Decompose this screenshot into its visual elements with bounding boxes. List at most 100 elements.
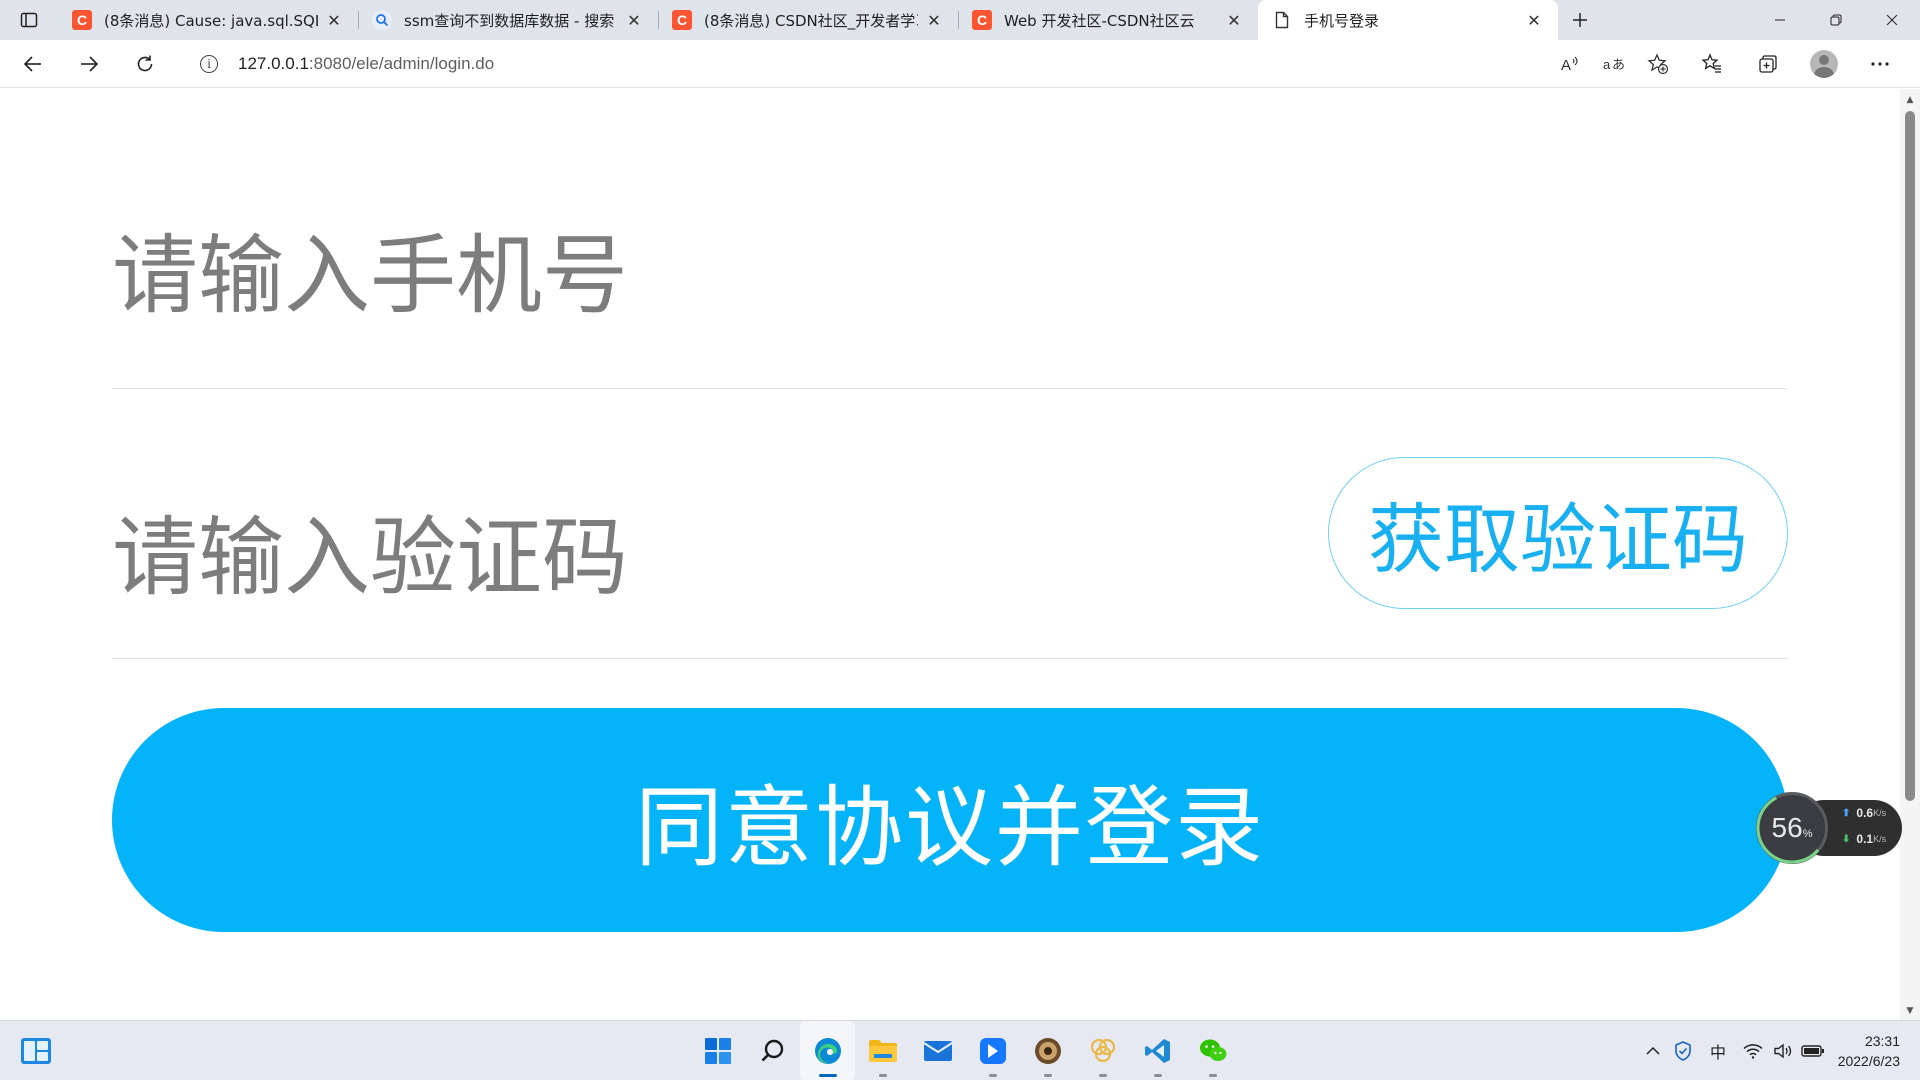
tab-csdn-community[interactable]: C (8条消息) CSDN社区_开发者学习 ✕	[658, 0, 958, 40]
add-favorite-button[interactable]	[1636, 46, 1680, 82]
widgets-button[interactable]	[20, 1036, 52, 1066]
refresh-button[interactable]	[122, 44, 168, 84]
back-button[interactable]	[10, 44, 56, 84]
get-code-button[interactable]: 获取验证码	[1328, 457, 1788, 609]
svg-text:A: A	[1561, 57, 1571, 73]
running-indicator	[1043, 1074, 1052, 1077]
download-arrow-icon: ⬇	[1842, 833, 1851, 845]
tab-search[interactable]: ssm查询不到数据库数据 - 搜索 ✕	[358, 0, 658, 40]
security-tray-button[interactable]	[1668, 1021, 1698, 1081]
volume-button[interactable]	[1768, 1021, 1798, 1081]
minimize-icon	[1775, 19, 1785, 21]
close-window-button[interactable]	[1864, 0, 1920, 40]
feishu-button[interactable]	[965, 1021, 1020, 1081]
running-indicator	[818, 1074, 837, 1077]
tab-title: ssm查询不到数据库数据 - 搜索	[404, 11, 615, 30]
system-monitor-widget[interactable]: ⬆ 0.6 K/s ⬇ 0.1 K/s 56%	[1756, 792, 1906, 864]
minimize-button[interactable]	[1752, 0, 1808, 40]
taskbar-clock[interactable]: 23:31 2022/6/23	[1828, 1031, 1920, 1071]
edge-taskbar-button[interactable]	[800, 1021, 855, 1081]
tab-csdn-web[interactable]: C Web 开发社区-CSDN社区云 ✕	[958, 0, 1258, 40]
phone-input[interactable]: 请输入手机号	[112, 205, 628, 330]
folder-icon	[868, 1040, 897, 1062]
shield-icon	[1675, 1041, 1691, 1061]
forward-button[interactable]	[66, 44, 112, 84]
translate-button[interactable]: aあ	[1592, 46, 1636, 82]
vscode-button[interactable]	[1130, 1021, 1185, 1081]
phone-field[interactable]: 请输入手机号	[112, 89, 1788, 389]
search-icon	[761, 1039, 783, 1062]
close-tab-icon[interactable]: ✕	[1224, 10, 1244, 30]
tab-phone-login[interactable]: 手机号登录 ✕	[1258, 0, 1558, 40]
settings-menu-button[interactable]	[1852, 44, 1908, 84]
file-explorer-button[interactable]	[855, 1021, 910, 1081]
tab-csdn-sql-error[interactable]: C (8条消息) Cause: java.sql.SQLInte ✕	[58, 0, 358, 40]
login-page: 请输入手机号 请输入验证码 获取验证码 同意协议并登录	[0, 89, 1900, 1020]
search-taskbar-button[interactable]	[745, 1021, 800, 1081]
site-info-icon[interactable]: i	[200, 55, 218, 73]
scroll-up-icon[interactable]: ▲	[1900, 93, 1920, 107]
speaker-icon	[1774, 1043, 1792, 1059]
wechat-button[interactable]	[1185, 1021, 1240, 1081]
edge-icon	[814, 1038, 841, 1064]
vscode-icon	[1144, 1039, 1170, 1063]
upload-arrow-icon: ⬆	[1842, 807, 1851, 819]
address-actions: A aあ	[1548, 46, 1680, 82]
address-bar[interactable]: i 127.0.0.1:8080/ele/admin/login.do A aあ	[180, 46, 1680, 82]
address-url: 127.0.0.1:8080/ele/admin/login.do	[238, 54, 494, 74]
windows-icon	[704, 1038, 731, 1064]
svg-text:a: a	[1603, 57, 1611, 72]
avatar	[1810, 50, 1838, 78]
page-icon	[1272, 10, 1292, 30]
tab-title: (8条消息) Cause: java.sql.SQLInte	[104, 11, 318, 30]
tab-title: Web 开发社区-CSDN社区云	[1004, 11, 1195, 30]
restore-icon	[1830, 14, 1842, 26]
game-icon	[1034, 1038, 1061, 1064]
agree-and-login-button[interactable]: 同意协议并登录	[112, 708, 1788, 932]
address-path: :8080/ele/admin/login.do	[308, 54, 495, 73]
tab-actions-icon	[20, 12, 38, 28]
new-tab-button[interactable]	[1558, 0, 1602, 40]
battery-button[interactable]	[1798, 1021, 1828, 1081]
favorites-icon	[1701, 53, 1721, 73]
address-host: 127.0.0.1	[238, 54, 309, 73]
notes-app-button[interactable]	[1075, 1021, 1130, 1081]
battery-icon	[1801, 1045, 1824, 1057]
close-tab-icon[interactable]: ✕	[624, 10, 644, 30]
widgets-icon	[21, 1038, 51, 1064]
mail-button[interactable]	[910, 1021, 965, 1081]
close-tab-icon[interactable]: ✕	[1524, 10, 1544, 30]
svg-text:あ: あ	[1612, 58, 1625, 73]
csdn-icon: C	[72, 10, 92, 30]
csdn-icon: C	[672, 10, 692, 30]
arrow-right-icon	[81, 55, 99, 72]
arrow-left-icon	[23, 55, 41, 72]
scroll-down-icon[interactable]: ▼	[1900, 1004, 1920, 1018]
scroll-thumb[interactable]	[1905, 111, 1915, 801]
tab-title: 手机号登录	[1304, 11, 1380, 30]
read-aloud-icon: A	[1561, 56, 1578, 73]
tray-overflow-button[interactable]	[1638, 1021, 1668, 1081]
page-scrollbar[interactable]: ▲ ▼	[1900, 89, 1920, 1020]
read-aloud-button[interactable]: A	[1548, 46, 1592, 82]
ime-indicator[interactable]: 中	[1698, 1021, 1738, 1081]
running-indicator	[1208, 1074, 1217, 1077]
code-input[interactable]: 请输入验证码	[112, 487, 628, 612]
game-app-button[interactable]	[1020, 1021, 1075, 1081]
profile-button[interactable]	[1796, 44, 1852, 84]
tab-actions-button[interactable]	[0, 0, 58, 40]
close-tab-icon[interactable]: ✕	[324, 10, 344, 30]
collections-button[interactable]	[1740, 44, 1796, 84]
code-field[interactable]: 请输入验证码 获取验证码	[112, 389, 1788, 659]
wifi-button[interactable]	[1738, 1021, 1768, 1081]
start-button[interactable]	[690, 1021, 745, 1081]
clock-time: 23:31	[1864, 1033, 1900, 1049]
favorites-button[interactable]	[1684, 44, 1740, 84]
toolbar-right	[1684, 44, 1920, 84]
search-icon	[372, 10, 392, 30]
close-tab-icon[interactable]: ✕	[924, 10, 944, 30]
browser-toolbar: i 127.0.0.1:8080/ele/admin/login.do A aあ	[0, 40, 1920, 88]
close-icon	[1886, 14, 1898, 26]
restore-button[interactable]	[1808, 0, 1864, 40]
chevron-up-icon	[1646, 1046, 1660, 1055]
